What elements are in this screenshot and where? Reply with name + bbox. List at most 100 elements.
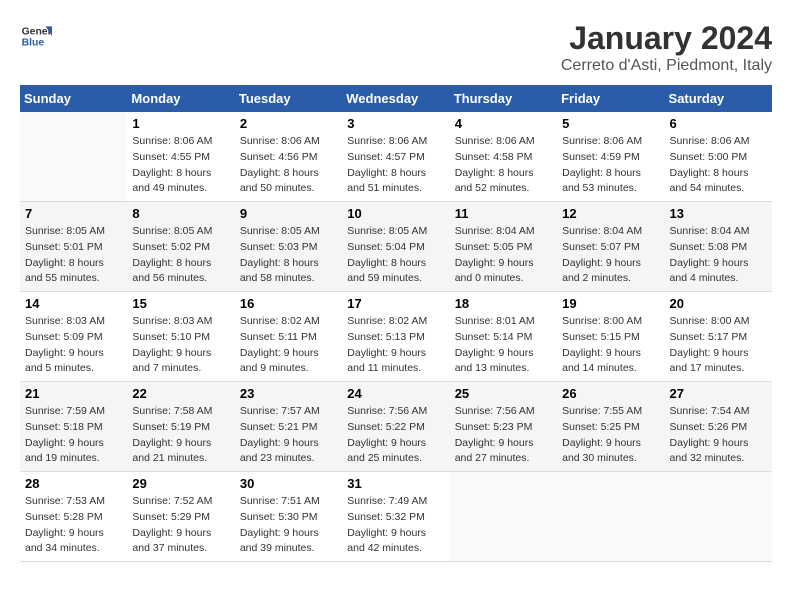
day-number: 2 [240, 116, 337, 131]
sunset: Sunset: 5:28 PM [25, 510, 122, 526]
calendar-cell: 4 Sunrise: 8:06 AM Sunset: 4:58 PM Dayli… [450, 112, 557, 202]
sunrise: Sunrise: 8:06 AM [132, 134, 229, 150]
daylight: Daylight: 9 hours and 39 minutes. [240, 526, 337, 558]
daylight: Daylight: 9 hours and 27 minutes. [455, 436, 552, 468]
day-number: 6 [670, 116, 767, 131]
calendar-cell: 23 Sunrise: 7:57 AM Sunset: 5:21 PM Dayl… [235, 382, 342, 472]
weekday-header-sunday: Sunday [20, 85, 127, 112]
calendar-cell: 14 Sunrise: 8:03 AM Sunset: 5:09 PM Dayl… [20, 292, 127, 382]
calendar-cell: 7 Sunrise: 8:05 AM Sunset: 5:01 PM Dayli… [20, 202, 127, 292]
daylight: Daylight: 9 hours and 14 minutes. [562, 346, 659, 378]
daylight: Daylight: 9 hours and 9 minutes. [240, 346, 337, 378]
day-info: Sunrise: 7:49 AM Sunset: 5:32 PM Dayligh… [347, 494, 444, 557]
sunrise: Sunrise: 8:06 AM [562, 134, 659, 150]
sunset: Sunset: 5:15 PM [562, 330, 659, 346]
sunset: Sunset: 5:05 PM [455, 240, 552, 256]
day-info: Sunrise: 8:06 AM Sunset: 4:56 PM Dayligh… [240, 134, 337, 197]
sunrise: Sunrise: 8:00 AM [562, 314, 659, 330]
daylight: Daylight: 9 hours and 23 minutes. [240, 436, 337, 468]
calendar-cell: 22 Sunrise: 7:58 AM Sunset: 5:19 PM Dayl… [127, 382, 234, 472]
day-number: 14 [25, 296, 122, 311]
weekday-header-thursday: Thursday [450, 85, 557, 112]
calendar-cell: 11 Sunrise: 8:04 AM Sunset: 5:05 PM Dayl… [450, 202, 557, 292]
daylight: Daylight: 8 hours and 51 minutes. [347, 166, 444, 198]
day-info: Sunrise: 8:04 AM Sunset: 5:07 PM Dayligh… [562, 224, 659, 287]
day-info: Sunrise: 7:58 AM Sunset: 5:19 PM Dayligh… [132, 404, 229, 467]
sunset: Sunset: 5:26 PM [670, 420, 767, 436]
calendar-cell: 21 Sunrise: 7:59 AM Sunset: 5:18 PM Dayl… [20, 382, 127, 472]
calendar-cell [665, 472, 772, 562]
day-number: 21 [25, 386, 122, 401]
calendar-cell: 29 Sunrise: 7:52 AM Sunset: 5:29 PM Dayl… [127, 472, 234, 562]
day-info: Sunrise: 7:59 AM Sunset: 5:18 PM Dayligh… [25, 404, 122, 467]
sunrise: Sunrise: 8:02 AM [240, 314, 337, 330]
page-header: General Blue January 2024 Cerreto d'Asti… [20, 20, 772, 75]
week-row-1: 1 Sunrise: 8:06 AM Sunset: 4:55 PM Dayli… [20, 112, 772, 202]
daylight: Daylight: 9 hours and 2 minutes. [562, 256, 659, 288]
sunrise: Sunrise: 8:05 AM [132, 224, 229, 240]
day-number: 1 [132, 116, 229, 131]
calendar-cell: 8 Sunrise: 8:05 AM Sunset: 5:02 PM Dayli… [127, 202, 234, 292]
calendar-cell: 12 Sunrise: 8:04 AM Sunset: 5:07 PM Dayl… [557, 202, 664, 292]
day-info: Sunrise: 8:05 AM Sunset: 5:04 PM Dayligh… [347, 224, 444, 287]
sunset: Sunset: 5:08 PM [670, 240, 767, 256]
daylight: Daylight: 9 hours and 11 minutes. [347, 346, 444, 378]
day-number: 15 [132, 296, 229, 311]
calendar-cell: 28 Sunrise: 7:53 AM Sunset: 5:28 PM Dayl… [20, 472, 127, 562]
day-info: Sunrise: 8:03 AM Sunset: 5:10 PM Dayligh… [132, 314, 229, 377]
sunrise: Sunrise: 7:57 AM [240, 404, 337, 420]
day-number: 19 [562, 296, 659, 311]
sunrise: Sunrise: 8:05 AM [347, 224, 444, 240]
sunset: Sunset: 5:11 PM [240, 330, 337, 346]
day-info: Sunrise: 8:04 AM Sunset: 5:05 PM Dayligh… [455, 224, 552, 287]
sunset: Sunset: 5:30 PM [240, 510, 337, 526]
weekday-header-row: SundayMondayTuesdayWednesdayThursdayFrid… [20, 85, 772, 112]
calendar-cell: 6 Sunrise: 8:06 AM Sunset: 5:00 PM Dayli… [665, 112, 772, 202]
day-info: Sunrise: 8:03 AM Sunset: 5:09 PM Dayligh… [25, 314, 122, 377]
day-number: 25 [455, 386, 552, 401]
calendar-cell [20, 112, 127, 202]
day-number: 23 [240, 386, 337, 401]
sunrise: Sunrise: 8:04 AM [455, 224, 552, 240]
day-info: Sunrise: 8:02 AM Sunset: 5:13 PM Dayligh… [347, 314, 444, 377]
sunset: Sunset: 5:14 PM [455, 330, 552, 346]
daylight: Daylight: 9 hours and 19 minutes. [25, 436, 122, 468]
day-number: 4 [455, 116, 552, 131]
sunset: Sunset: 5:22 PM [347, 420, 444, 436]
sunset: Sunset: 4:59 PM [562, 150, 659, 166]
sunset: Sunset: 5:32 PM [347, 510, 444, 526]
day-info: Sunrise: 7:57 AM Sunset: 5:21 PM Dayligh… [240, 404, 337, 467]
daylight: Daylight: 9 hours and 5 minutes. [25, 346, 122, 378]
svg-text:Blue: Blue [22, 38, 45, 49]
day-number: 24 [347, 386, 444, 401]
day-info: Sunrise: 8:00 AM Sunset: 5:15 PM Dayligh… [562, 314, 659, 377]
day-info: Sunrise: 8:05 AM Sunset: 5:01 PM Dayligh… [25, 224, 122, 287]
logo: General Blue [20, 20, 52, 52]
calendar-cell: 1 Sunrise: 8:06 AM Sunset: 4:55 PM Dayli… [127, 112, 234, 202]
sunset: Sunset: 5:25 PM [562, 420, 659, 436]
day-number: 12 [562, 206, 659, 221]
daylight: Daylight: 8 hours and 59 minutes. [347, 256, 444, 288]
sunrise: Sunrise: 8:03 AM [132, 314, 229, 330]
day-number: 29 [132, 476, 229, 491]
day-info: Sunrise: 7:55 AM Sunset: 5:25 PM Dayligh… [562, 404, 659, 467]
calendar-cell: 2 Sunrise: 8:06 AM Sunset: 4:56 PM Dayli… [235, 112, 342, 202]
daylight: Daylight: 8 hours and 50 minutes. [240, 166, 337, 198]
sunrise: Sunrise: 8:00 AM [670, 314, 767, 330]
day-number: 20 [670, 296, 767, 311]
daylight: Daylight: 8 hours and 56 minutes. [132, 256, 229, 288]
day-number: 10 [347, 206, 444, 221]
sunrise: Sunrise: 7:58 AM [132, 404, 229, 420]
day-info: Sunrise: 8:01 AM Sunset: 5:14 PM Dayligh… [455, 314, 552, 377]
sunrise: Sunrise: 8:01 AM [455, 314, 552, 330]
day-number: 26 [562, 386, 659, 401]
sunrise: Sunrise: 7:56 AM [347, 404, 444, 420]
sunrise: Sunrise: 7:53 AM [25, 494, 122, 510]
calendar-cell: 26 Sunrise: 7:55 AM Sunset: 5:25 PM Dayl… [557, 382, 664, 472]
weekday-header-friday: Friday [557, 85, 664, 112]
calendar-table: SundayMondayTuesdayWednesdayThursdayFrid… [20, 85, 772, 562]
sunrise: Sunrise: 7:51 AM [240, 494, 337, 510]
sunset: Sunset: 5:19 PM [132, 420, 229, 436]
sunrise: Sunrise: 8:06 AM [670, 134, 767, 150]
sunset: Sunset: 5:00 PM [670, 150, 767, 166]
